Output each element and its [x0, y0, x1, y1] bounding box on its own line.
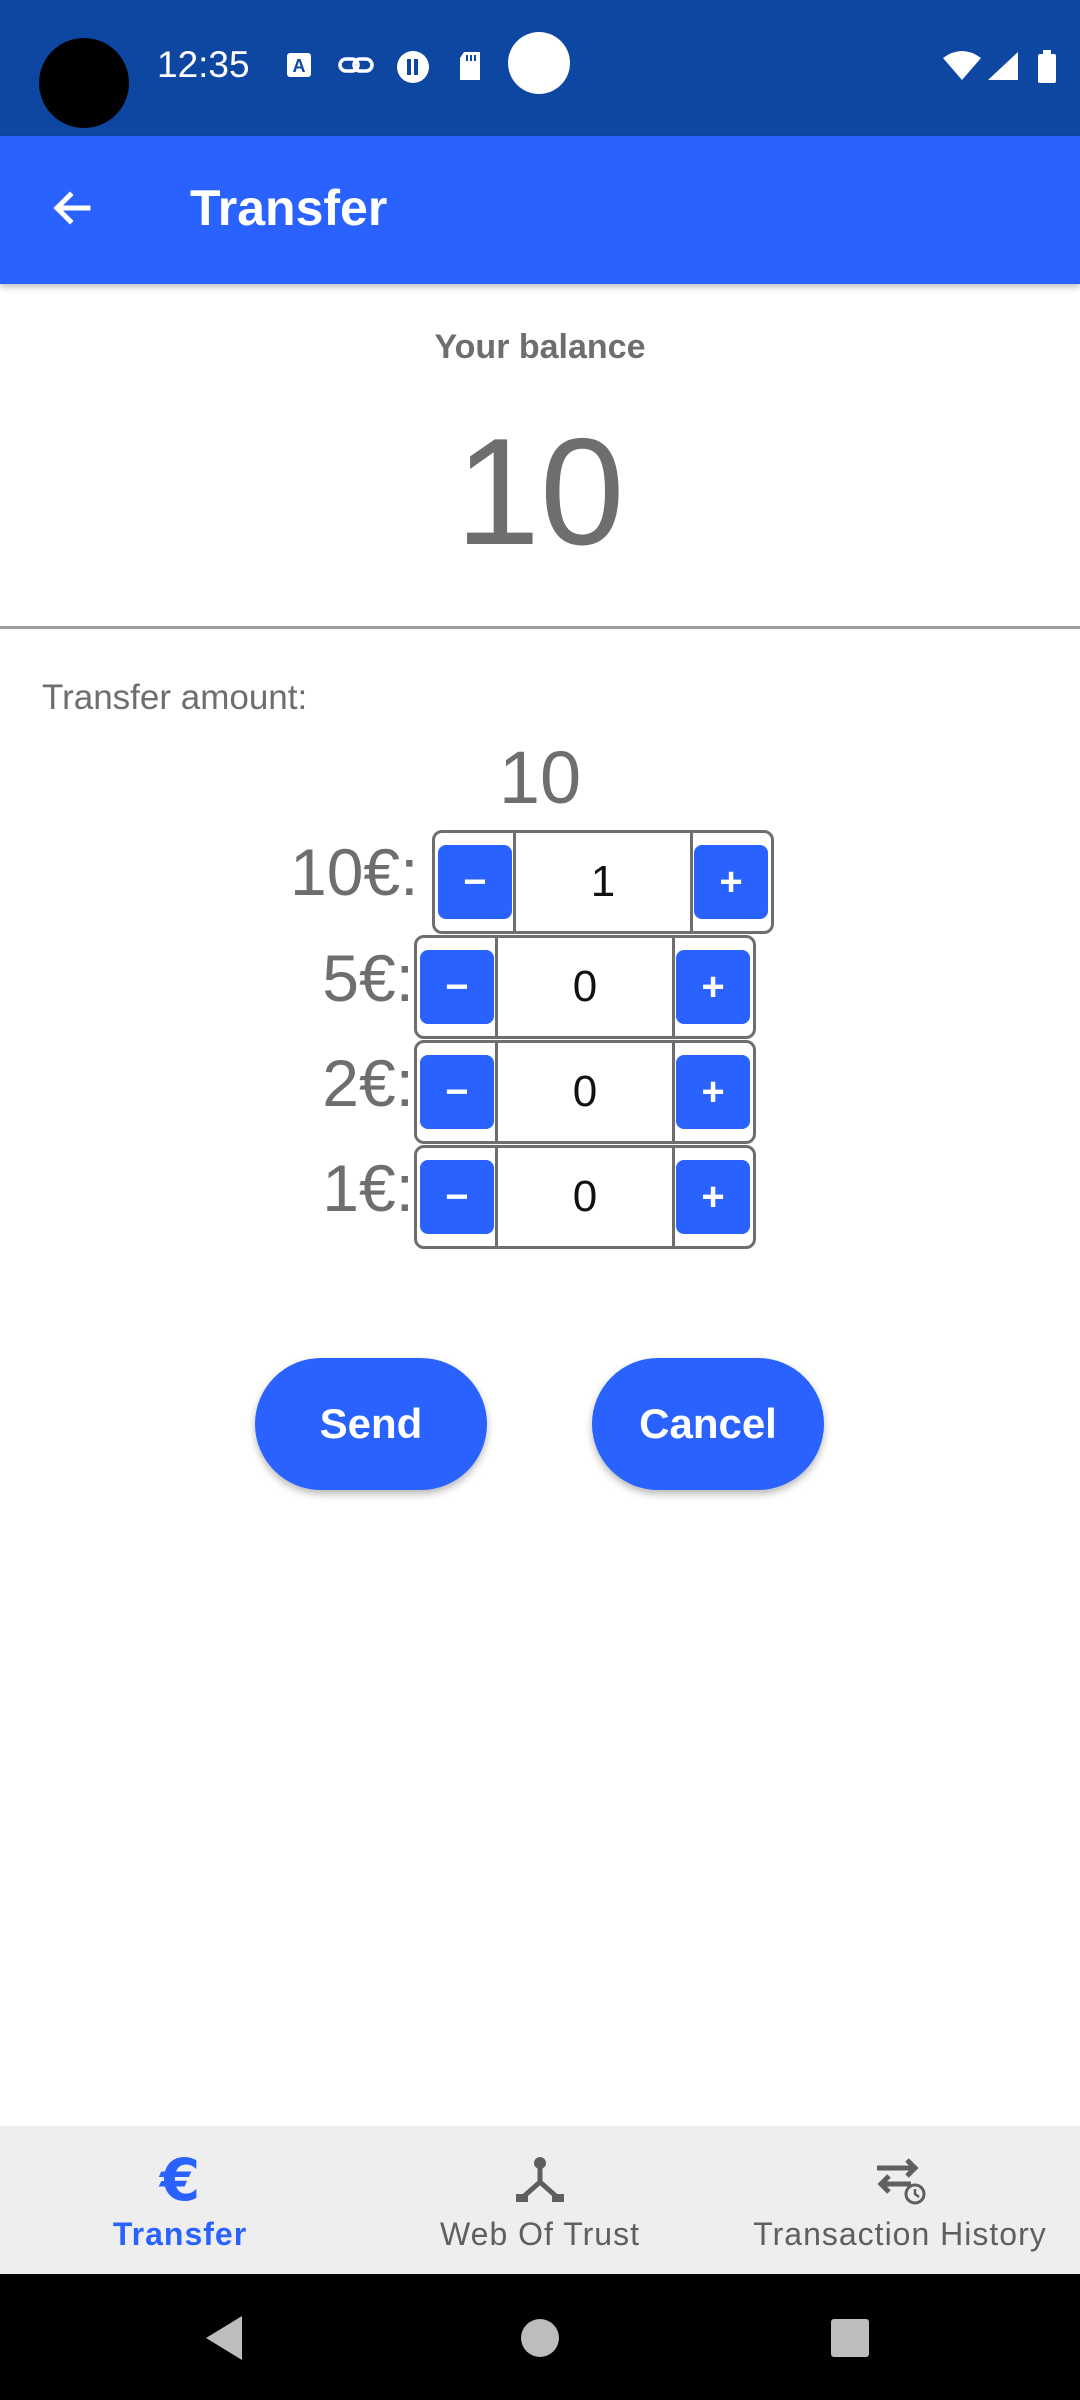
quantity-stepper-2: − 0 +	[414, 1040, 756, 1144]
cancel-button[interactable]: Cancel	[592, 1358, 824, 1490]
nav-label: Web Of Trust	[440, 2216, 640, 2252]
increment-button[interactable]: +	[676, 1055, 750, 1129]
app-bar: Transfer	[0, 136, 1080, 284]
send-button[interactable]: Send	[255, 1358, 487, 1490]
status-time: 12:35	[157, 44, 250, 85]
signal-icon	[986, 50, 1020, 82]
nav-item-transaction-history[interactable]: Transaction History	[720, 2126, 1080, 2274]
sd-card-icon	[456, 50, 488, 82]
denomination-label-2: 2€:	[322, 1046, 414, 1120]
notification-dot	[508, 32, 570, 94]
stepper-divider	[672, 1043, 675, 1141]
system-home-icon[interactable]	[520, 2318, 560, 2363]
quantity-value[interactable]: 0	[498, 938, 672, 1036]
decrement-button[interactable]: −	[420, 950, 494, 1024]
svg-text:€: €	[158, 2152, 200, 2208]
stepper-divider	[672, 1148, 675, 1246]
increment-button[interactable]: +	[676, 1160, 750, 1234]
system-recents-icon[interactable]	[830, 2318, 870, 2363]
arrow-back-icon	[48, 184, 96, 237]
denomination-label-10: 10€:	[290, 835, 419, 909]
decrement-button[interactable]: −	[420, 1055, 494, 1129]
svg-text:A: A	[293, 56, 306, 76]
quantity-value[interactable]: 1	[516, 833, 690, 931]
pause-icon	[396, 50, 429, 83]
link-icon	[338, 50, 374, 82]
back-button[interactable]	[38, 176, 106, 244]
screen: 12:35 A Transfer Your balance 10 Transfe…	[0, 0, 1080, 2400]
nav-item-web-of-trust[interactable]: Web Of Trust	[360, 2126, 720, 2274]
decrement-button[interactable]: −	[438, 845, 512, 919]
quantity-value[interactable]: 0	[498, 1148, 672, 1246]
transfer-amount-total: 10	[498, 736, 582, 819]
stepper-divider	[690, 833, 693, 931]
status-bar: 12:35 A	[0, 0, 1080, 136]
increment-button[interactable]: +	[694, 845, 768, 919]
system-back-icon[interactable]	[202, 2314, 246, 2367]
network-icon	[512, 2152, 568, 2208]
balance-value: 10	[455, 407, 625, 577]
denomination-label-1: 1€:	[322, 1151, 414, 1225]
system-navigation-bar	[0, 2274, 1080, 2400]
quantity-stepper-10: − 1 +	[432, 830, 774, 934]
page-title: Transfer	[190, 180, 388, 236]
nav-label: Transfer	[112, 2216, 248, 2252]
camera-cutout	[39, 38, 129, 128]
increment-button[interactable]: +	[676, 950, 750, 1024]
euro-icon: €	[152, 2152, 208, 2208]
denomination-label-5: 5€:	[322, 941, 414, 1015]
stepper-divider	[672, 938, 675, 1036]
wifi-icon	[942, 50, 982, 82]
divider	[0, 626, 1080, 629]
keyboard-a-icon: A	[284, 50, 316, 82]
bottom-navigation: € Transfer Web Of Trust Transaction Hist…	[0, 2126, 1080, 2274]
quantity-stepper-1: − 0 +	[414, 1145, 756, 1249]
quantity-value[interactable]: 0	[498, 1043, 672, 1141]
balance-label: Your balance	[434, 328, 646, 366]
transaction-history-icon	[871, 2152, 929, 2208]
transfer-amount-label: Transfer amount:	[42, 678, 308, 717]
nav-label: Transaction History	[753, 2216, 1047, 2252]
nav-item-transfer[interactable]: € Transfer	[0, 2126, 360, 2274]
quantity-stepper-5: − 0 +	[414, 935, 756, 1039]
battery-icon	[1036, 50, 1058, 83]
decrement-button[interactable]: −	[420, 1160, 494, 1234]
